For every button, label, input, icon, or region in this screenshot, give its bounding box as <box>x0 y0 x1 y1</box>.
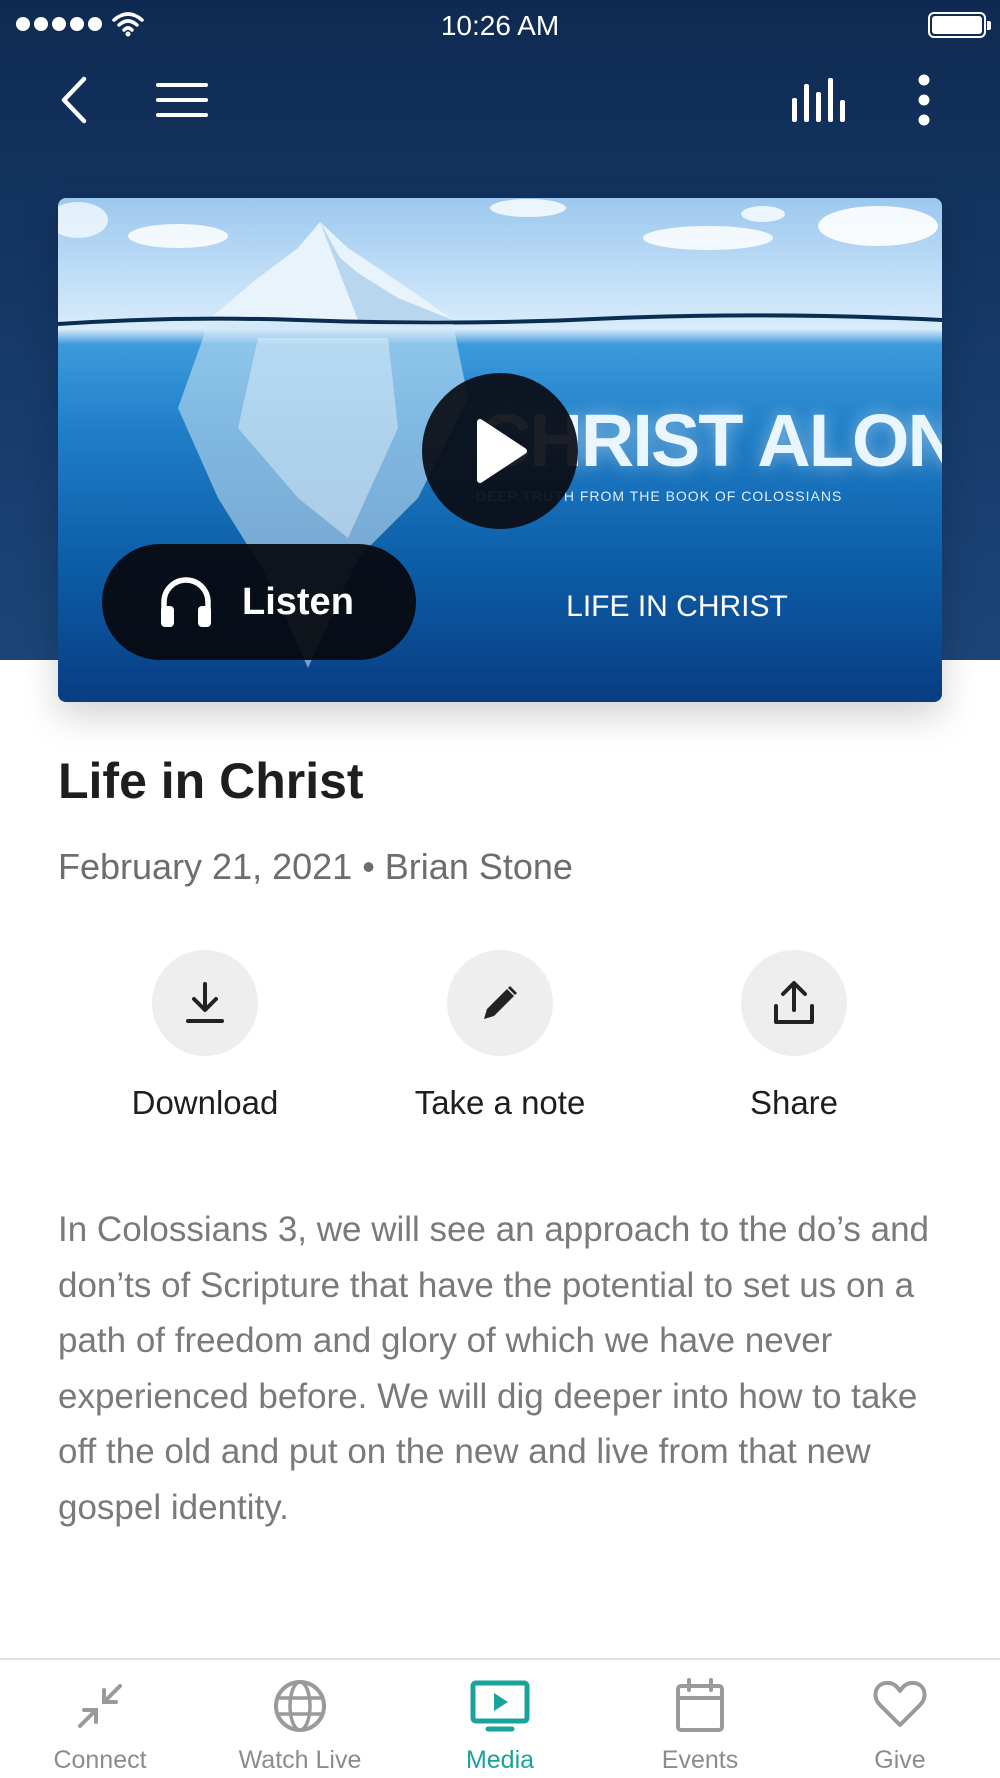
connect-icon <box>78 1684 122 1728</box>
globe-icon <box>274 1680 326 1732</box>
download-icon <box>186 982 224 1023</box>
listen-button[interactable]: Listen <box>102 544 416 660</box>
share-label: Share <box>749 1084 839 1121</box>
audio-bars-icon <box>792 78 845 122</box>
play-icon <box>477 419 527 483</box>
tab-watch-live[interactable]: Watch Live <box>200 1660 400 1778</box>
headphones-icon <box>161 577 211 627</box>
tab-connect[interactable]: Connect <box>0 1660 200 1778</box>
audio-button[interactable] <box>786 68 850 132</box>
listen-label: Listen <box>242 580 354 623</box>
tab-connect-label: Connect <box>53 1746 147 1774</box>
sermon-description: In Colossians 3, we will see an approach… <box>58 1210 930 1527</box>
note-icon-circle <box>447 950 553 1056</box>
tab-media-label: Media <box>465 1746 535 1774</box>
take-a-note-label: Take a note <box>414 1084 586 1121</box>
play-button[interactable] <box>422 373 578 529</box>
download-label: Download <box>131 1084 279 1121</box>
download-icon-circle <box>152 950 258 1056</box>
vertical-ellipsis-icon <box>918 74 930 126</box>
share-icon <box>774 981 814 1024</box>
tab-watch-live-label: Watch Live <box>238 1746 362 1774</box>
bottom-tab-bar: Connect Watch Live Media Events Give <box>0 1658 1000 1778</box>
sermon-title: Life in Christ <box>58 753 364 809</box>
download-button[interactable]: Download <box>85 950 325 1122</box>
sermon-title-overlay: LIFE IN CHRIST <box>566 590 788 623</box>
chevron-left-icon <box>61 76 87 124</box>
tab-events-label: Events <box>661 1746 739 1774</box>
sermon-media-card[interactable]: CHRIST ALONE DEEP TRUTH FROM THE BOOK OF… <box>58 198 942 702</box>
tv-play-icon <box>470 1680 530 1732</box>
tab-events[interactable]: Events <box>600 1660 800 1778</box>
share-icon-circle <box>741 950 847 1056</box>
status-bar: 10:26 AM <box>0 0 1000 50</box>
tab-media[interactable]: Media <box>400 1660 600 1778</box>
heart-icon <box>873 1680 927 1727</box>
hamburger-menu-icon <box>156 83 208 117</box>
more-options-button[interactable] <box>892 68 956 132</box>
calendar-icon <box>676 1678 724 1732</box>
take-a-note-button[interactable]: Take a note <box>380 950 620 1122</box>
tab-give[interactable]: Give <box>800 1660 1000 1778</box>
sermon-date-speaker: February 21, 2021 • Brian Stone <box>58 846 573 887</box>
menu-button[interactable] <box>150 68 214 132</box>
sermon-detail-screen: 10:26 AM CHRIST ALON DEEP TRUTH FROM THE… <box>0 0 1000 1778</box>
share-button[interactable]: Share <box>674 950 914 1122</box>
tab-give-label: Give <box>874 1746 926 1774</box>
battery-icon <box>928 12 991 38</box>
back-button[interactable] <box>42 68 106 132</box>
status-time: 10:26 AM <box>440 10 560 41</box>
pencil-icon <box>484 986 517 1019</box>
top-navigation <box>0 60 1000 140</box>
